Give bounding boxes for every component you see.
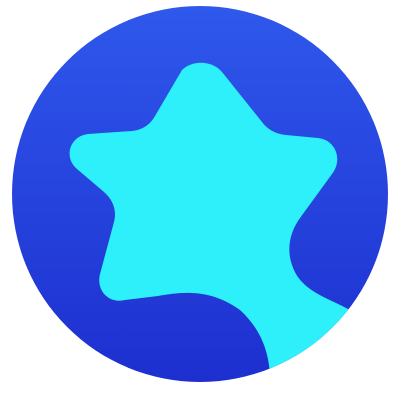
app-icon-canvas — [0, 0, 400, 400]
app-logo — [12, 6, 388, 382]
